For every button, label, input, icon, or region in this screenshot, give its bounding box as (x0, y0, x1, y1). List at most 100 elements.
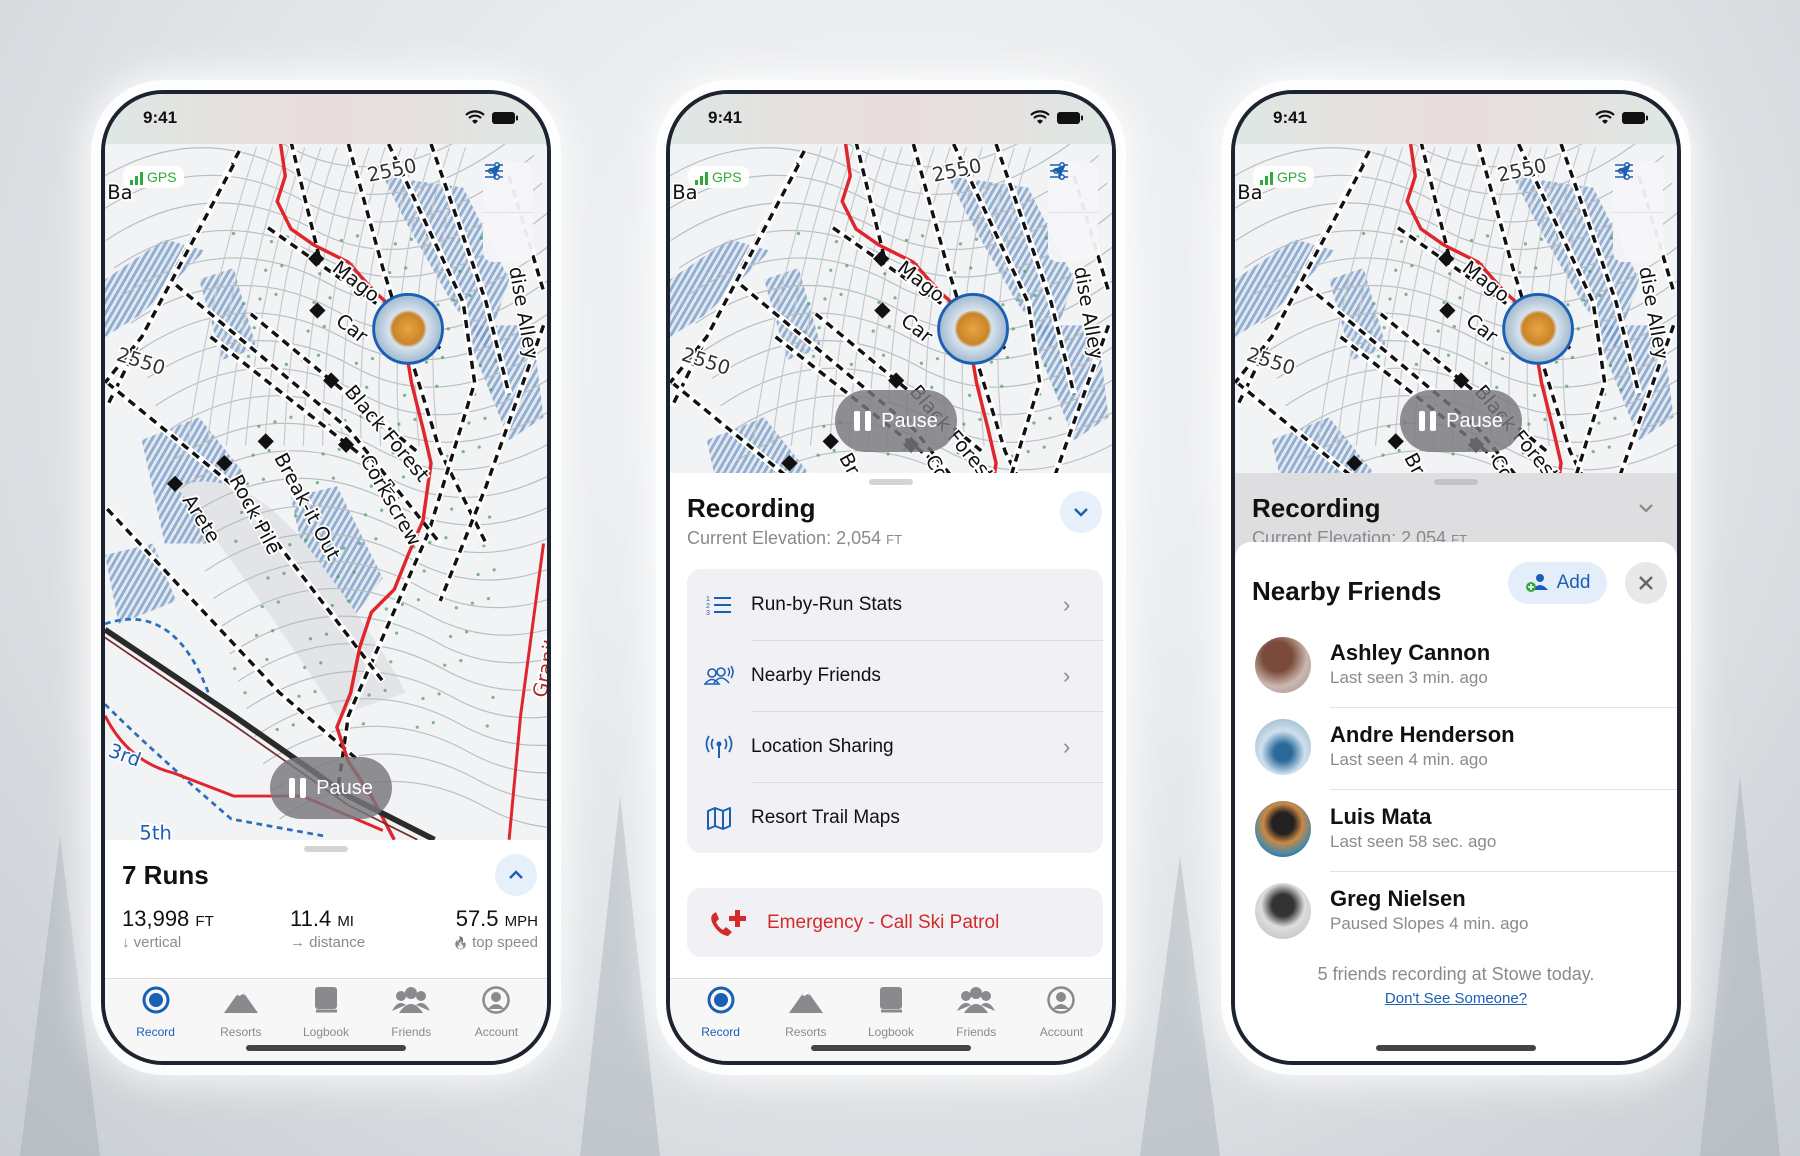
friend-avatar (1255, 637, 1311, 693)
tab-bar: Record Resorts Logbook Friends Account (670, 978, 1112, 1061)
recording-title: Recording (687, 493, 816, 523)
menu-item-location-sharing[interactable]: Location Sharing › (687, 711, 1103, 782)
map-label-third: 3rd (106, 739, 144, 772)
recording-sheet: Recording Current Elevation: 2,054 FT 12… (670, 473, 1112, 978)
tab-record[interactable]: Record (113, 979, 198, 1061)
home-indicator[interactable] (246, 1045, 406, 1051)
pause-button[interactable]: Pause (270, 757, 392, 819)
phone-emergency-icon (687, 908, 767, 938)
map-label-car: Car (332, 309, 373, 348)
svg-text:1: 1 (706, 596, 710, 603)
tab-account[interactable]: Account (454, 979, 539, 1061)
stat-distance: 11.4 MI → distance (290, 906, 366, 951)
menu-item-nearby-friends[interactable]: Nearby Friends › (687, 640, 1103, 711)
runs-sheet: 7 Runs 13,998 FT ↓ vertical 11.4 MI → dist… (105, 840, 547, 978)
tab-friends[interactable]: Friends (934, 979, 1019, 1061)
chevron-right-icon: › (1063, 733, 1071, 759)
book-icon (877, 985, 905, 1025)
locate-me-button[interactable] (1613, 164, 1663, 263)
user-location-avatar[interactable] (937, 292, 1009, 365)
tab-account[interactable]: Account (1019, 979, 1104, 1061)
mountain-icon (787, 985, 825, 1025)
signal-icon (695, 172, 708, 185)
sheet-handle (1434, 479, 1478, 485)
sheet-handle[interactable] (869, 479, 913, 485)
svg-text:2: 2 (706, 603, 710, 610)
tab-record[interactable]: Record (678, 979, 763, 1061)
account-icon (1046, 985, 1076, 1025)
chevron-right-icon: › (1063, 591, 1071, 617)
map-icon (687, 806, 751, 830)
clock: 9:41 (708, 108, 743, 127)
wifi-icon (465, 110, 485, 124)
pause-button: Pause (1400, 390, 1522, 452)
clock: 9:41 (143, 108, 178, 127)
home-indicator[interactable] (1376, 1045, 1536, 1051)
menu-item-resort-trail-maps[interactable]: Resort Trail Maps (687, 782, 1103, 853)
stat-top-speed: 57.5 MPH 🔥 top speed (452, 906, 538, 951)
home-indicator[interactable] (811, 1045, 971, 1051)
phone-runs-summary: 9:41 GPS 2550 2550 Mago Car Black Forest Corks… (101, 90, 551, 1065)
user-location-avatar[interactable] (372, 292, 444, 365)
gps-indicator: GPS (1253, 166, 1314, 188)
map-controls (1048, 162, 1098, 262)
chevron-up-icon (509, 870, 523, 879)
trail-map[interactable]: GPS25502550MagoCarBlack ForestCorkscrewB… (105, 144, 547, 840)
friend-row[interactable]: Ashley Cannon Last seen 3 min. ago (1235, 637, 1677, 719)
tab-resorts[interactable]: Resorts (198, 979, 283, 1061)
recording-menu: 1 2 3 Run-by-Run Stats › Nearby Friends › Locat… (687, 569, 1103, 853)
wifi-icon (1595, 110, 1615, 124)
friends-count: 5 friends recording at Stowe today. (1317, 964, 1595, 984)
user-location-avatar[interactable] (1502, 292, 1574, 365)
close-button[interactable] (1625, 562, 1667, 604)
status-bar: 9:41 (1235, 94, 1677, 144)
map-label-fifth: 5th (139, 822, 171, 840)
friend-row[interactable]: Luis Mata Last seen 58 sec. ago (1235, 801, 1677, 883)
wifi-icon (1030, 110, 1050, 124)
collapse-button[interactable] (1060, 491, 1102, 533)
friend-row[interactable]: Andre Henderson Last seen 4 min. ago (1235, 719, 1677, 801)
account-icon (481, 985, 511, 1025)
signal-icon (1260, 172, 1273, 185)
tab-resorts[interactable]: Resorts (763, 979, 848, 1061)
add-friend-button[interactable]: Add (1508, 562, 1607, 604)
battery-icon (1622, 111, 1648, 124)
recording-title: Recording (1252, 493, 1381, 523)
friend-avatar (1255, 801, 1311, 857)
chevron-right-icon: › (1063, 662, 1071, 688)
friends-icon (391, 985, 431, 1025)
map-label-car: Car (1462, 309, 1503, 348)
tab-friends[interactable]: Friends (369, 979, 454, 1061)
locate-me-button[interactable] (483, 164, 533, 263)
stat-vertical: 13,998 FT ↓ vertical (122, 906, 214, 951)
sheet-handle[interactable] (304, 846, 348, 852)
tab-bar: Record Resorts Logbook Friends Account (105, 978, 547, 1061)
close-icon (1639, 576, 1653, 590)
location-arrow-icon (485, 164, 501, 180)
dont-see-someone-link[interactable]: Don't See Someone? (1235, 990, 1677, 1007)
menu-item-run-by-run-stats[interactable]: 1 2 3 Run-by-Run Stats › (687, 569, 1103, 640)
trail-map-graphic: 25502550MagoCarBlack ForestCorkscrewBrea… (105, 144, 547, 840)
pause-button[interactable]: Pause (835, 390, 957, 452)
expand-button[interactable] (495, 854, 537, 896)
friend-row[interactable]: Greg Nielsen Paused Slopes 4 min. ago (1235, 883, 1677, 965)
clock: 9:41 (1273, 108, 1308, 127)
tab-logbook[interactable]: Logbook (848, 979, 933, 1061)
tab-logbook[interactable]: Logbook (283, 979, 368, 1061)
battery-icon (1057, 111, 1083, 124)
antenna-icon (687, 735, 751, 759)
status-bar: 9:41 (105, 94, 547, 144)
signal-icon (130, 172, 143, 185)
locate-me-button[interactable] (1048, 164, 1098, 263)
mountain-icon (222, 985, 260, 1025)
friend-avatar (1255, 883, 1311, 939)
map-controls (483, 162, 533, 262)
svg-text:3: 3 (706, 610, 710, 616)
record-icon (141, 985, 171, 1025)
nearby-friends-icon (687, 665, 751, 687)
arrow-down-icon: ↓ (122, 934, 130, 951)
emergency-button[interactable]: Emergency - Call Ski Patrol (687, 888, 1103, 957)
map-label-car: Car (897, 309, 938, 348)
friend-avatar (1255, 719, 1311, 775)
current-elevation: Current Elevation: 2,054 FT (687, 528, 903, 548)
